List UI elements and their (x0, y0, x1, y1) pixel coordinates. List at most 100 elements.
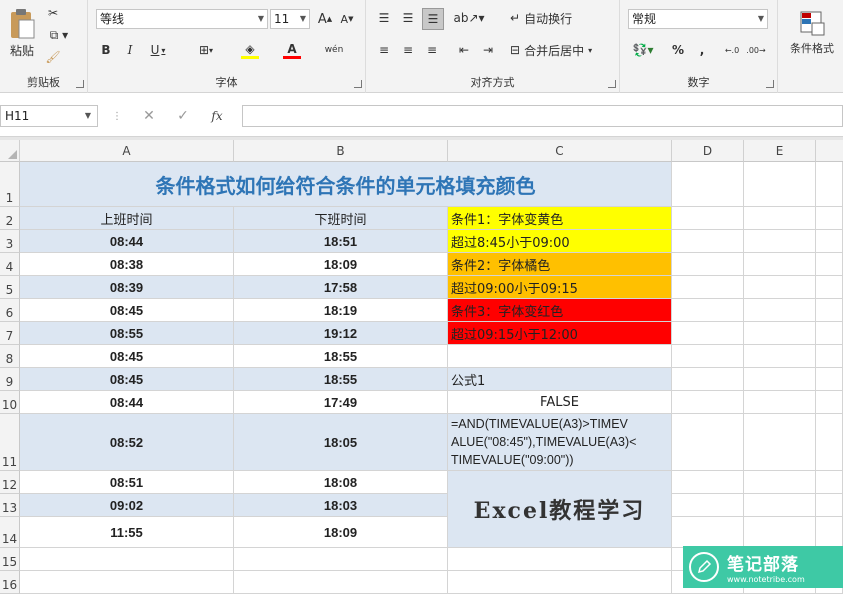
empty-cell[interactable] (744, 207, 816, 230)
header-clock-in[interactable]: 上班时间 (20, 207, 234, 230)
row-header-3[interactable]: 3 (0, 230, 20, 253)
copy-icon[interactable]: ⧉ ▾ (44, 26, 74, 44)
name-box[interactable]: H11 ▼ (0, 105, 98, 127)
empty-cell[interactable] (20, 548, 234, 571)
cell-c8[interactable] (448, 345, 672, 368)
font-size-combo[interactable]: 11 ▼ (270, 9, 310, 29)
row-header-11[interactable]: 11 (0, 414, 20, 471)
empty-cell[interactable] (672, 207, 744, 230)
empty-cell[interactable] (744, 299, 816, 322)
condition-cell[interactable]: 条件2：字体橘色 (448, 253, 672, 276)
empty-cell[interactable] (234, 571, 448, 594)
empty-cell[interactable] (816, 276, 843, 299)
conditional-format-button[interactable]: 条件格式 (786, 4, 838, 62)
empty-cell[interactable] (20, 571, 234, 594)
empty-cell[interactable] (816, 207, 843, 230)
enter-icon[interactable]: ✓ (172, 105, 194, 127)
empty-cell[interactable] (744, 414, 816, 471)
empty-cell[interactable] (744, 471, 816, 494)
insert-function-icon[interactable]: fx (206, 105, 228, 127)
clock-in-cell[interactable]: 08:38 (20, 253, 234, 276)
empty-cell[interactable] (744, 494, 816, 517)
empty-cell[interactable] (816, 322, 843, 345)
empty-cell[interactable] (448, 571, 672, 594)
row-header-8[interactable]: 8 (0, 345, 20, 368)
shrink-font-button[interactable]: A ▼ (338, 10, 356, 28)
align-bottom-icon[interactable]: ☰ (422, 8, 444, 30)
format-painter-icon[interactable]: 🖌 (44, 48, 62, 66)
row-header-5[interactable]: 5 (0, 276, 20, 299)
formula-text-cell[interactable]: =AND(TIMEVALUE(A3)>TIMEV ALUE("08:45"),T… (448, 414, 672, 471)
clock-out-cell[interactable]: 18:03 (234, 494, 448, 517)
column-header-d[interactable]: D (672, 140, 744, 162)
empty-cell[interactable] (816, 299, 843, 322)
clock-in-cell[interactable]: 08:45 (20, 299, 234, 322)
column-header-c[interactable]: C (448, 140, 672, 162)
percent-button[interactable]: % (668, 40, 688, 60)
empty-cell[interactable] (744, 253, 816, 276)
empty-cell[interactable] (816, 162, 843, 207)
decrease-decimal-icon[interactable]: .00→ (746, 40, 766, 60)
empty-cell[interactable] (672, 368, 744, 391)
empty-cell[interactable] (744, 391, 816, 414)
empty-cell[interactable] (816, 368, 843, 391)
column-header-a[interactable]: A (20, 140, 234, 162)
bold-button[interactable]: B (96, 40, 116, 60)
empty-cell[interactable] (816, 230, 843, 253)
increase-indent-icon[interactable]: ⇥ (478, 40, 498, 60)
empty-cell[interactable] (234, 548, 448, 571)
clock-out-cell[interactable]: 18:09 (234, 517, 448, 548)
empty-cell[interactable] (672, 322, 744, 345)
condition-cell[interactable]: 条件3：字体变红色 (448, 299, 672, 322)
empty-cell[interactable] (672, 345, 744, 368)
empty-cell[interactable] (816, 471, 843, 494)
empty-cell[interactable] (672, 494, 744, 517)
cut-icon[interactable]: ✂ (44, 4, 62, 22)
empty-cell[interactable] (816, 494, 843, 517)
italic-button[interactable]: I (120, 40, 140, 60)
column-header-e[interactable]: E (744, 140, 816, 162)
underline-button[interactable]: U ▾ (144, 40, 172, 60)
fill-color-button[interactable]: ◈ (234, 40, 266, 60)
align-top-icon[interactable]: ☰ (374, 8, 394, 28)
alignment-launcher-icon[interactable] (608, 80, 616, 88)
empty-cell[interactable] (672, 276, 744, 299)
empty-cell[interactable] (744, 322, 816, 345)
empty-cell[interactable] (672, 299, 744, 322)
empty-cell[interactable] (744, 230, 816, 253)
orientation-icon[interactable]: ab↗▾ (453, 8, 484, 28)
empty-cell[interactable] (672, 414, 744, 471)
clipboard-launcher-icon[interactable] (76, 80, 84, 88)
empty-cell[interactable] (744, 276, 816, 299)
clock-in-cell[interactable]: 11:55 (20, 517, 234, 548)
clock-out-cell[interactable]: 18:55 (234, 368, 448, 391)
more-options-icon[interactable]: ⋮ (106, 105, 128, 127)
empty-cell[interactable] (744, 345, 816, 368)
clock-out-cell[interactable]: 18:09 (234, 253, 448, 276)
number-launcher-icon[interactable] (766, 80, 774, 88)
empty-cell[interactable] (672, 230, 744, 253)
clock-in-cell[interactable]: 09:02 (20, 494, 234, 517)
empty-cell[interactable] (744, 162, 816, 207)
row-header-13[interactable]: 13 (0, 494, 20, 517)
cancel-icon[interactable]: ✕ (138, 105, 160, 127)
font-name-combo[interactable]: 等线 ▼ (96, 9, 268, 29)
column-header-f[interactable] (816, 140, 843, 162)
clock-out-cell[interactable]: 18:19 (234, 299, 448, 322)
clock-in-cell[interactable]: 08:51 (20, 471, 234, 494)
merge-center-button[interactable]: ⊟ 合并后居中 ▾ (510, 40, 618, 60)
row-header-4[interactable]: 4 (0, 253, 20, 276)
font-launcher-icon[interactable] (354, 80, 362, 88)
align-right-icon[interactable]: ≡ (422, 40, 442, 60)
clock-in-cell[interactable]: 08:55 (20, 322, 234, 345)
empty-cell[interactable] (448, 548, 672, 571)
row-header-6[interactable]: 6 (0, 299, 20, 322)
align-left-icon[interactable]: ≡ (374, 40, 394, 60)
empty-cell[interactable] (816, 414, 843, 471)
empty-cell[interactable] (744, 517, 816, 548)
align-middle-icon[interactable]: ☰ (398, 8, 418, 28)
condition-cell[interactable]: 超过09:15小于12:00 (448, 322, 672, 345)
row-header-16[interactable]: 16 (0, 571, 20, 594)
empty-cell[interactable] (672, 391, 744, 414)
clock-in-cell[interactable]: 08:45 (20, 368, 234, 391)
